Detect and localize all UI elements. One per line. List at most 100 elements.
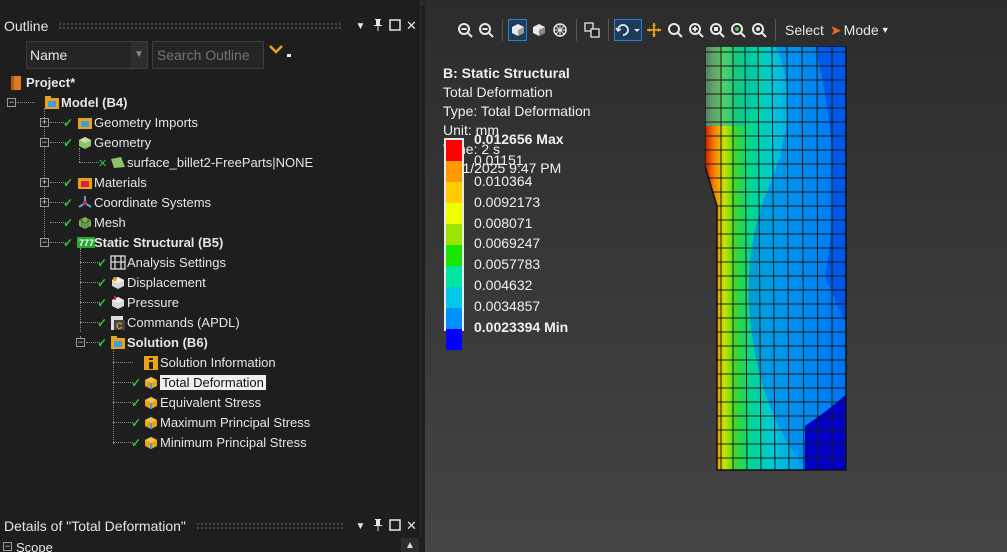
outline-title: Outline — [4, 18, 49, 34]
close-icon[interactable]: ✕ — [404, 18, 419, 34]
legend-value: 0.008071 — [474, 214, 533, 231]
tree-item-equivalent-stress[interactable]: Equivalent Stress — [143, 392, 261, 412]
tree-item-coordinate-systems[interactable]: Coordinate Systems — [77, 192, 211, 212]
magnifier-icon[interactable] — [749, 19, 768, 41]
panel-menu-icon[interactable]: ▼ — [353, 21, 368, 32]
result-icon — [143, 415, 157, 429]
expand-toggle[interactable]: + — [40, 198, 49, 207]
legend-value: 0.004632 — [474, 277, 533, 294]
tree-item-pressure[interactable]: Pressure — [110, 292, 179, 312]
tree-item-surface-body[interactable]: surface_billet2-FreeParts|NONE — [110, 152, 313, 172]
view-layout-icon[interactable] — [582, 19, 601, 41]
check-icon: ✓ — [63, 176, 74, 190]
pressure-icon — [110, 295, 124, 309]
tree-item-geometry[interactable]: Geometry — [77, 132, 151, 152]
colorbar-band — [446, 308, 462, 329]
maximize-icon[interactable] — [387, 518, 402, 534]
tree-item-maximum-principal-stress[interactable]: Maximum Principal Stress — [143, 412, 310, 432]
graphics-toolbar: Select ➤ Mode ▼ — [425, 14, 1007, 46]
tree-item-project[interactable]: Project* — [9, 72, 75, 92]
check-icon: ✓ — [131, 396, 142, 410]
zoom-to-fit-icon[interactable] — [686, 19, 705, 41]
check-icon: ✓ — [97, 276, 108, 290]
tree-item-model[interactable]: Model (B4) — [44, 92, 127, 112]
check-icon: ✓ — [97, 296, 108, 310]
select-body-icon[interactable] — [508, 19, 527, 41]
commands-icon: C — [110, 315, 125, 331]
cursor-icon: ➤ — [829, 21, 842, 38]
colorbar-band — [446, 203, 462, 224]
check-icon: ✓ — [131, 376, 142, 390]
panel-menu-icon[interactable]: ▼ — [353, 521, 368, 532]
pan-icon[interactable] — [644, 19, 663, 41]
tree-item-minimum-principal-stress[interactable]: Minimum Principal Stress — [143, 432, 307, 452]
zoom-out-icon[interactable] — [455, 19, 474, 41]
tree-item-commands-apdl[interactable]: C Commands (APDL) — [110, 312, 240, 332]
deformation-contour-plot[interactable] — [705, 46, 855, 476]
tree-item-materials[interactable]: Materials — [77, 172, 147, 192]
select-label[interactable]: Select — [785, 22, 824, 38]
legend-value-min: 0.0023394 Min — [474, 319, 569, 336]
zoom-fit-icon[interactable] — [728, 19, 747, 41]
collapse-toggle[interactable]: − — [3, 542, 12, 551]
chevron-down-icon: ▼ — [131, 42, 147, 68]
expand-toggle[interactable]: + — [40, 118, 49, 127]
suppressed-x-icon: ✕ — [98, 158, 108, 170]
tree-item-analysis-settings[interactable]: Analysis Settings — [110, 252, 226, 272]
mode-label: Mode — [843, 22, 879, 38]
scroll-up-icon[interactable]: ▲ — [401, 538, 419, 552]
expand-toggle[interactable]: + — [40, 178, 49, 187]
tree-item-displacement[interactable]: Displacement — [110, 272, 206, 292]
expand-collapse-button[interactable] — [268, 41, 300, 69]
legend-value: 0.01151 — [474, 151, 524, 168]
tree-item-total-deformation[interactable]: Total Deformation — [143, 372, 266, 392]
colorbar-band — [446, 287, 462, 308]
check-icon: ✓ — [63, 196, 74, 210]
solution-icon — [110, 335, 125, 349]
tree-item-geometry-imports[interactable]: Geometry Imports — [77, 112, 198, 132]
tree-item-static-structural[interactable]: 777 Static Structural (B5) — [77, 232, 223, 252]
panel-grip[interactable] — [195, 521, 343, 531]
details-header: Details of "Total Deformation" ▼ ✕ — [0, 514, 421, 538]
pin-icon[interactable] — [370, 518, 385, 534]
select-mesh-icon[interactable] — [550, 19, 569, 41]
collapse-toggle[interactable]: − — [76, 338, 85, 347]
panel-grip[interactable] — [58, 21, 343, 31]
collapse-toggle[interactable]: − — [40, 138, 49, 147]
check-icon: ✓ — [97, 256, 108, 270]
legend-value: 0.010364 — [474, 172, 533, 189]
maximize-icon[interactable] — [387, 18, 402, 34]
legend-colorbar — [444, 138, 464, 350]
collapse-toggle[interactable]: − — [7, 98, 16, 107]
search-outline-input[interactable] — [152, 41, 264, 69]
colorbar-band — [446, 161, 462, 182]
zoom-icon[interactable] — [665, 19, 684, 41]
outline-toolbar: Name ▼ — [26, 41, 300, 69]
tree-item-mesh[interactable]: Mesh — [77, 212, 126, 232]
legend-labels: 0.012656 Max 0.01151 0.010364 0.0092173 … — [474, 129, 568, 338]
zoom-box-icon[interactable] — [707, 19, 726, 41]
pin-icon[interactable] — [370, 18, 385, 34]
solution-information-icon — [143, 355, 158, 370]
close-icon[interactable]: ✕ — [404, 518, 419, 534]
rotate-icon[interactable] — [614, 19, 642, 41]
collapse-toggle[interactable]: − — [40, 238, 49, 247]
colorbar-band — [446, 245, 462, 266]
details-scope-row[interactable]: − Scope ▲ — [0, 538, 421, 552]
details-title: Details of "Total Deformation" — [4, 518, 186, 534]
result-icon — [143, 435, 157, 449]
zoom-in-out-icon[interactable] — [476, 19, 495, 41]
colorbar-band — [446, 224, 462, 245]
svg-text:777: 777 — [79, 238, 94, 248]
mode-dropdown[interactable]: ➤ Mode ▼ — [830, 22, 890, 39]
geometry-icon — [77, 135, 91, 149]
name-filter-select[interactable]: Name ▼ — [26, 41, 148, 69]
outline-tree: Project* − Model (B4) + ✓ Geometry Impor… — [0, 72, 421, 512]
check-icon: ✓ — [63, 136, 74, 150]
tree-item-solution[interactable]: Solution (B6) — [110, 332, 208, 352]
legend-value: 0.0069247 — [474, 235, 541, 252]
legend-line: Type: Total Deformation — [443, 103, 591, 119]
graphics-viewport[interactable]: Select ➤ Mode ▼ B: Static Structural Tot… — [425, 0, 1007, 552]
select-volume-icon[interactable] — [529, 19, 548, 41]
tree-item-solution-information[interactable]: Solution Information — [143, 352, 276, 372]
